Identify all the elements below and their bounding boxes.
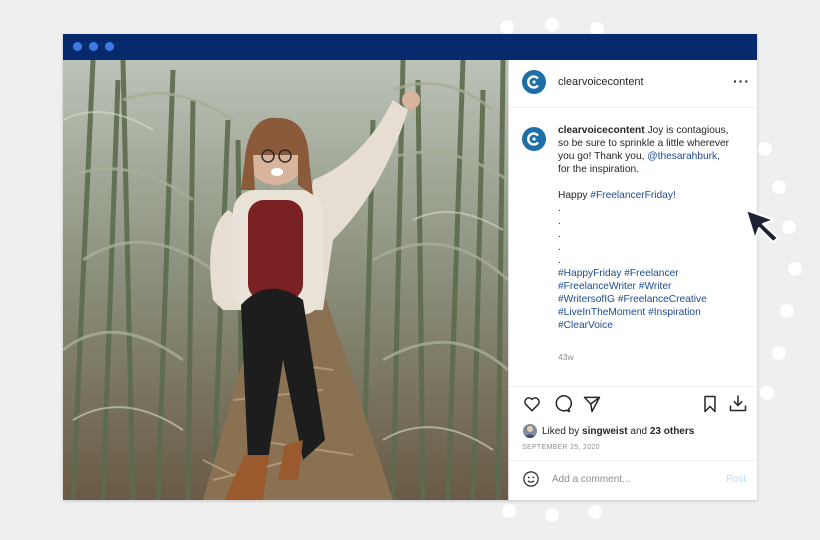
save-bookmark-icon[interactable]	[700, 394, 720, 414]
hashtag-clearvoice[interactable]: #ClearVoice	[558, 320, 613, 331]
download-icon[interactable]	[728, 393, 748, 413]
liked-by-user-link[interactable]: singweist	[582, 426, 628, 437]
hashtag-freelancecreative[interactable]: #FreelanceCreative	[618, 294, 707, 305]
post-caption: clearvoicecontent Joy is contagious, so …	[558, 124, 734, 332]
post-photo[interactable]	[63, 60, 508, 500]
caption-line-2: so be sure to sprinkle a little wherever	[558, 138, 730, 149]
header-username[interactable]: clearvoicecontent	[558, 76, 644, 88]
caption-dot: .	[558, 255, 561, 266]
hashtag-happyfriday[interactable]: #HappyFriday	[558, 268, 621, 279]
comment-divider	[509, 460, 757, 461]
mention-link[interactable]: @thesarahburk,	[647, 151, 720, 162]
caption-avatar[interactable]	[522, 127, 546, 151]
likes-count-link[interactable]: 23 others	[650, 426, 694, 437]
hashtag-inspiration[interactable]: #Inspiration	[648, 307, 701, 318]
mouse-pointer-icon	[745, 209, 779, 243]
caption-timestamp[interactable]: 43w	[558, 352, 574, 362]
window-dot-2	[89, 42, 98, 51]
comment-bubble-icon[interactable]	[552, 394, 572, 414]
window-dot-3	[105, 42, 114, 51]
hashtag-freelancerfriday[interactable]: #FreelancerFriday!	[590, 190, 676, 201]
caption-line-4: for the inspiration.	[558, 164, 639, 175]
header-divider	[509, 107, 757, 108]
hashtag-writer[interactable]: #Writer	[639, 281, 672, 292]
liked-by-mid: and	[627, 426, 650, 437]
caption-line-1: Joy is contagious,	[647, 125, 729, 136]
window-title-bar	[63, 34, 757, 60]
caption-dot: .	[558, 216, 561, 227]
caption-line-3: you go! Thank you,	[558, 151, 648, 162]
like-heart-icon[interactable]	[522, 394, 542, 414]
liked-by-prefix: Liked by	[542, 426, 583, 437]
caption-dot: .	[558, 203, 561, 214]
caption-username[interactable]: clearvoicecontent	[558, 125, 645, 136]
hashtag-liveinthemoment[interactable]: #LiveInTheMoment	[558, 307, 645, 318]
add-comment-input[interactable]: Add a comment...	[552, 474, 630, 485]
hashtag-writersofig[interactable]: #WritersofIG	[558, 294, 615, 305]
more-options-icon[interactable]: ···	[733, 73, 750, 89]
profile-avatar[interactable]	[522, 70, 546, 94]
caption-dot: .	[558, 229, 561, 240]
liked-by-avatar[interactable]	[523, 424, 537, 438]
post-comment-button[interactable]: Post	[726, 474, 746, 485]
actions-divider	[509, 386, 757, 387]
window-dot-1	[73, 42, 82, 51]
hashtag-freelancer[interactable]: #Freelancer	[624, 268, 678, 279]
caption-dot: .	[558, 242, 561, 253]
emoji-icon[interactable]	[522, 470, 540, 488]
hashtag-freelancewriter[interactable]: #FreelanceWriter	[558, 281, 636, 292]
liked-by-text: Liked by singweist and 23 others	[542, 426, 694, 437]
share-paper-plane-icon[interactable]	[582, 394, 602, 414]
post-details-panel: clearvoicecontent ··· clearvoicecontent …	[508, 60, 757, 500]
browser-window: clearvoicecontent ··· clearvoicecontent …	[63, 34, 757, 500]
post-date[interactable]: SEPTEMBER 25, 2020	[522, 444, 600, 451]
caption-happy: Happy	[558, 190, 591, 201]
